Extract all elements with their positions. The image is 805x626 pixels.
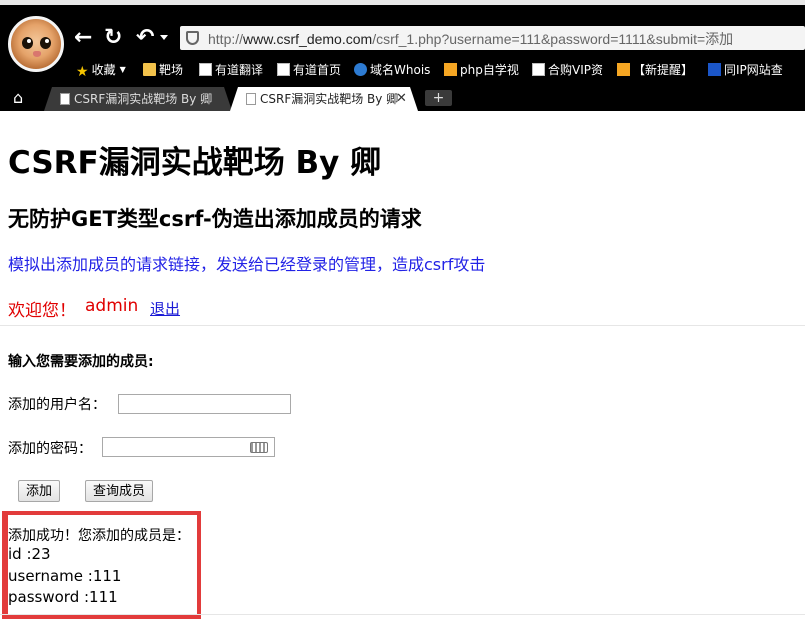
highlight-box-edge bbox=[2, 511, 8, 619]
divider bbox=[0, 325, 805, 326]
divider bbox=[0, 614, 805, 615]
page-icon bbox=[246, 93, 256, 105]
folder-icon bbox=[143, 63, 156, 76]
tab-strip: ⌂ CSRF漏洞实战靶场 By 卿 CSRF漏洞实战靶场 By 卿 ✕ + bbox=[0, 86, 805, 111]
bookmark-youdao-translate[interactable]: 有道翻译 bbox=[199, 60, 263, 80]
bookmark-label: 【新提醒】 bbox=[633, 63, 694, 77]
page-icon bbox=[277, 63, 290, 76]
bookmarks-bar: ★ 收藏 ▼ 靶场 有道翻译 有道首页 域名Whois php自学视 合购VIP资 … bbox=[72, 60, 805, 80]
star-icon: ★ bbox=[76, 64, 89, 80]
address-bar[interactable]: http://www.csrf_demo.com/csrf_1.php?user… bbox=[180, 26, 805, 50]
bookmark-label: 合购VIP资 bbox=[548, 63, 603, 77]
page-title: CSRF漏洞实战靶场 By 卿 bbox=[8, 145, 382, 181]
description-text: 模拟出添加成员的请求链接，发送给已经登录的管理，造成csrf攻击 bbox=[8, 255, 486, 274]
avatar-nose bbox=[33, 51, 41, 57]
url-prefix: http:// bbox=[208, 31, 244, 47]
current-user: admin bbox=[85, 296, 139, 316]
chevron-down-icon[interactable] bbox=[160, 35, 168, 40]
refresh-icon[interactable]: ↻ bbox=[104, 26, 122, 50]
bookmark-label: 收藏 bbox=[91, 63, 116, 77]
shield-icon bbox=[186, 31, 199, 45]
undo-icon[interactable]: ↶ bbox=[136, 26, 154, 50]
bookmark-php-video[interactable]: php自学视 bbox=[444, 60, 519, 80]
bookmark-label: 同IP网站查 bbox=[724, 63, 783, 77]
bookmark-vip[interactable]: 合购VIP资 bbox=[532, 60, 603, 80]
url-path: /csrf_1.php?username=111&password=1111&s… bbox=[372, 31, 734, 47]
window-top-strip bbox=[0, 0, 805, 5]
logout-link[interactable]: 退出 bbox=[150, 298, 180, 319]
browser-chrome: ← ↻ ↶ http://www.csrf_demo.com/csrf_1.ph… bbox=[0, 0, 805, 111]
welcome-text: 欢迎您！ bbox=[8, 301, 76, 321]
username-label: 添加的用户名： bbox=[8, 397, 106, 413]
page-content: CSRF漏洞实战靶场 By 卿 无防护GET类型csrf-伪造出添加成员的请求 … bbox=[0, 111, 805, 626]
page-icon bbox=[199, 63, 212, 76]
bookmark-target[interactable]: 靶场 bbox=[143, 60, 183, 80]
bookmark-label: 靶场 bbox=[159, 63, 184, 77]
bookmark-youdao-home[interactable]: 有道首页 bbox=[277, 60, 341, 80]
query-members-button[interactable]: 查询成员 bbox=[85, 480, 153, 502]
close-icon[interactable]: ✕ bbox=[396, 87, 407, 111]
keyboard-icon[interactable] bbox=[250, 442, 268, 453]
bookmark-label: 域名Whois bbox=[370, 63, 431, 77]
avatar[interactable] bbox=[8, 16, 64, 72]
add-button[interactable]: 添加 bbox=[18, 480, 60, 502]
bookmark-label: 有道翻译 bbox=[215, 63, 264, 77]
page-icon bbox=[532, 63, 545, 76]
home-icon[interactable]: ⌂ bbox=[13, 89, 23, 107]
back-arrow-icon[interactable]: ← bbox=[74, 26, 92, 50]
username-input[interactable] bbox=[118, 394, 291, 414]
tab-title: CSRF漏洞实战靶场 By 卿 bbox=[260, 92, 399, 106]
chevron-down-icon: ▼ bbox=[119, 65, 126, 74]
bookmark-label: php自学视 bbox=[460, 63, 519, 77]
bookmark-favorites[interactable]: ★ 收藏 ▼ bbox=[76, 60, 126, 80]
tab-active[interactable]: CSRF漏洞实战靶场 By 卿 ✕ bbox=[230, 87, 418, 111]
form-title: 输入您需要添加的成员: bbox=[8, 354, 154, 370]
bookmark-icon bbox=[708, 63, 721, 76]
bookmark-same-ip[interactable]: 同IP网站查 bbox=[708, 60, 783, 80]
new-tab-button[interactable]: + bbox=[425, 90, 452, 106]
globe-icon bbox=[354, 63, 367, 76]
tab-inactive[interactable]: CSRF漏洞实战靶场 By 卿 bbox=[44, 87, 232, 111]
page-icon bbox=[60, 93, 70, 105]
avatar-eye-right bbox=[40, 37, 51, 49]
url-domain: www.csrf_demo.com bbox=[243, 31, 373, 47]
page-subtitle: 无防护GET类型csrf-伪造出添加成员的请求 bbox=[8, 207, 422, 231]
password-label: 添加的密码： bbox=[8, 441, 92, 457]
avatar-eye-left bbox=[22, 37, 33, 49]
tab-title: CSRF漏洞实战靶场 By 卿 bbox=[74, 92, 213, 106]
bookmark-label: 有道首页 bbox=[293, 63, 342, 77]
bookmark-whois[interactable]: 域名Whois bbox=[354, 60, 430, 80]
bookmark-icon bbox=[444, 63, 457, 76]
bookmark-reminder[interactable]: 【新提醒】 bbox=[617, 60, 693, 80]
bookmark-icon bbox=[617, 63, 630, 76]
address-text[interactable]: http://www.csrf_demo.com/csrf_1.php?user… bbox=[208, 29, 733, 49]
highlight-box bbox=[2, 511, 201, 619]
